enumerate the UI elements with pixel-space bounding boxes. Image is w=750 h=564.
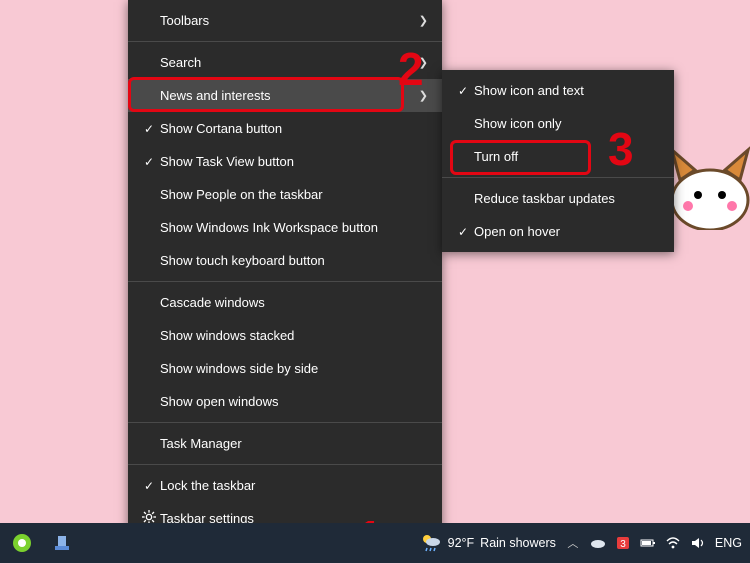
tray-language[interactable]: ENG — [715, 536, 742, 550]
chevron-right-icon: ❯ — [414, 14, 428, 27]
menu-item-label: Show Windows Ink Workspace button — [160, 220, 428, 235]
check-icon: ✓ — [138, 155, 160, 169]
menu-separator — [442, 177, 674, 178]
weather-icon — [420, 531, 442, 556]
weather-temp: 92°F — [448, 536, 475, 550]
taskbar-left — [0, 529, 76, 557]
menu-separator — [128, 281, 442, 282]
tray-wifi-icon[interactable] — [665, 535, 681, 551]
check-icon: ✓ — [452, 84, 474, 98]
menu-item-label: Search — [160, 55, 414, 70]
annotation-number-2: 2 — [398, 42, 424, 96]
menu-item-label: Show icon and text — [474, 83, 660, 98]
menu-item-label: Show windows side by side — [160, 361, 428, 376]
menu-item-label: Show open windows — [160, 394, 428, 409]
tray-app-icon[interactable]: 3 — [615, 535, 631, 551]
annotation-number-3: 3 — [608, 122, 634, 176]
menu-item-show-open-windows[interactable]: Show open windows — [128, 385, 442, 418]
start-button[interactable] — [8, 529, 36, 557]
menu-item-lock-the-taskbar[interactable]: ✓Lock the taskbar — [128, 469, 442, 502]
menu-item-search[interactable]: Search❯ — [128, 46, 442, 79]
menu-separator — [128, 422, 442, 423]
menu-item-show-icon-and-text[interactable]: ✓Show icon and text — [442, 74, 674, 107]
menu-item-label: Open on hover — [474, 224, 660, 239]
tray-battery-icon[interactable] — [640, 535, 656, 551]
menu-item-label: Task Manager — [160, 436, 428, 451]
menu-item-label: Cascade windows — [160, 295, 428, 310]
menu-item-show-icon-only[interactable]: Show icon only — [442, 107, 674, 140]
menu-item-cascade-windows[interactable]: Cascade windows — [128, 286, 442, 319]
menu-item-label: Show touch keyboard button — [160, 253, 428, 268]
menu-item-show-windows-stacked[interactable]: Show windows stacked — [128, 319, 442, 352]
menu-item-label: Reduce taskbar updates — [474, 191, 660, 206]
menu-item-show-task-view-button[interactable]: ✓Show Task View button — [128, 145, 442, 178]
tray-onedrive-icon[interactable] — [590, 535, 606, 551]
menu-item-label: Show windows stacked — [160, 328, 428, 343]
menu-item-show-windows-ink-workspace-button[interactable]: Show Windows Ink Workspace button — [128, 211, 442, 244]
menu-item-label: Toolbars — [160, 13, 414, 28]
menu-item-label: Show People on the taskbar — [160, 187, 428, 202]
menu-item-open-on-hover[interactable]: ✓Open on hover — [442, 215, 674, 248]
weather-text: Rain showers — [480, 536, 556, 550]
menu-item-show-touch-keyboard-button[interactable]: Show touch keyboard button — [128, 244, 442, 277]
annotation-box-2 — [128, 77, 404, 112]
menu-separator — [128, 41, 442, 42]
check-icon: ✓ — [138, 122, 160, 136]
tray-volume-icon[interactable] — [690, 535, 706, 551]
check-icon: ✓ — [138, 479, 160, 493]
menu-item-show-cortana-button[interactable]: ✓Show Cortana button — [128, 112, 442, 145]
menu-item-toolbars[interactable]: Toolbars❯ — [128, 4, 442, 37]
annotation-box-3 — [450, 140, 591, 175]
menu-item-label: Lock the taskbar — [160, 478, 428, 493]
tray-chevron-icon[interactable]: ︿ — [565, 535, 581, 551]
menu-item-task-manager[interactable]: Task Manager — [128, 427, 442, 460]
svg-text:3: 3 — [620, 539, 626, 550]
menu-item-show-people-on-the-taskbar[interactable]: Show People on the taskbar — [128, 178, 442, 211]
menu-separator — [128, 464, 442, 465]
taskbar[interactable]: 92°F Rain showers ︿ 3 ENG — [0, 523, 750, 563]
menu-item-show-windows-side-by-side[interactable]: Show windows side by side — [128, 352, 442, 385]
weather-widget[interactable]: 92°F Rain showers — [420, 531, 556, 556]
taskbar-right: 92°F Rain showers ︿ 3 ENG — [420, 531, 750, 556]
pinned-app-icon[interactable] — [48, 529, 76, 557]
menu-item-label: Show Cortana button — [160, 121, 428, 136]
menu-item-label: Show Task View button — [160, 154, 428, 169]
menu-item-reduce-taskbar-updates[interactable]: Reduce taskbar updates — [442, 182, 674, 215]
check-icon: ✓ — [452, 225, 474, 239]
